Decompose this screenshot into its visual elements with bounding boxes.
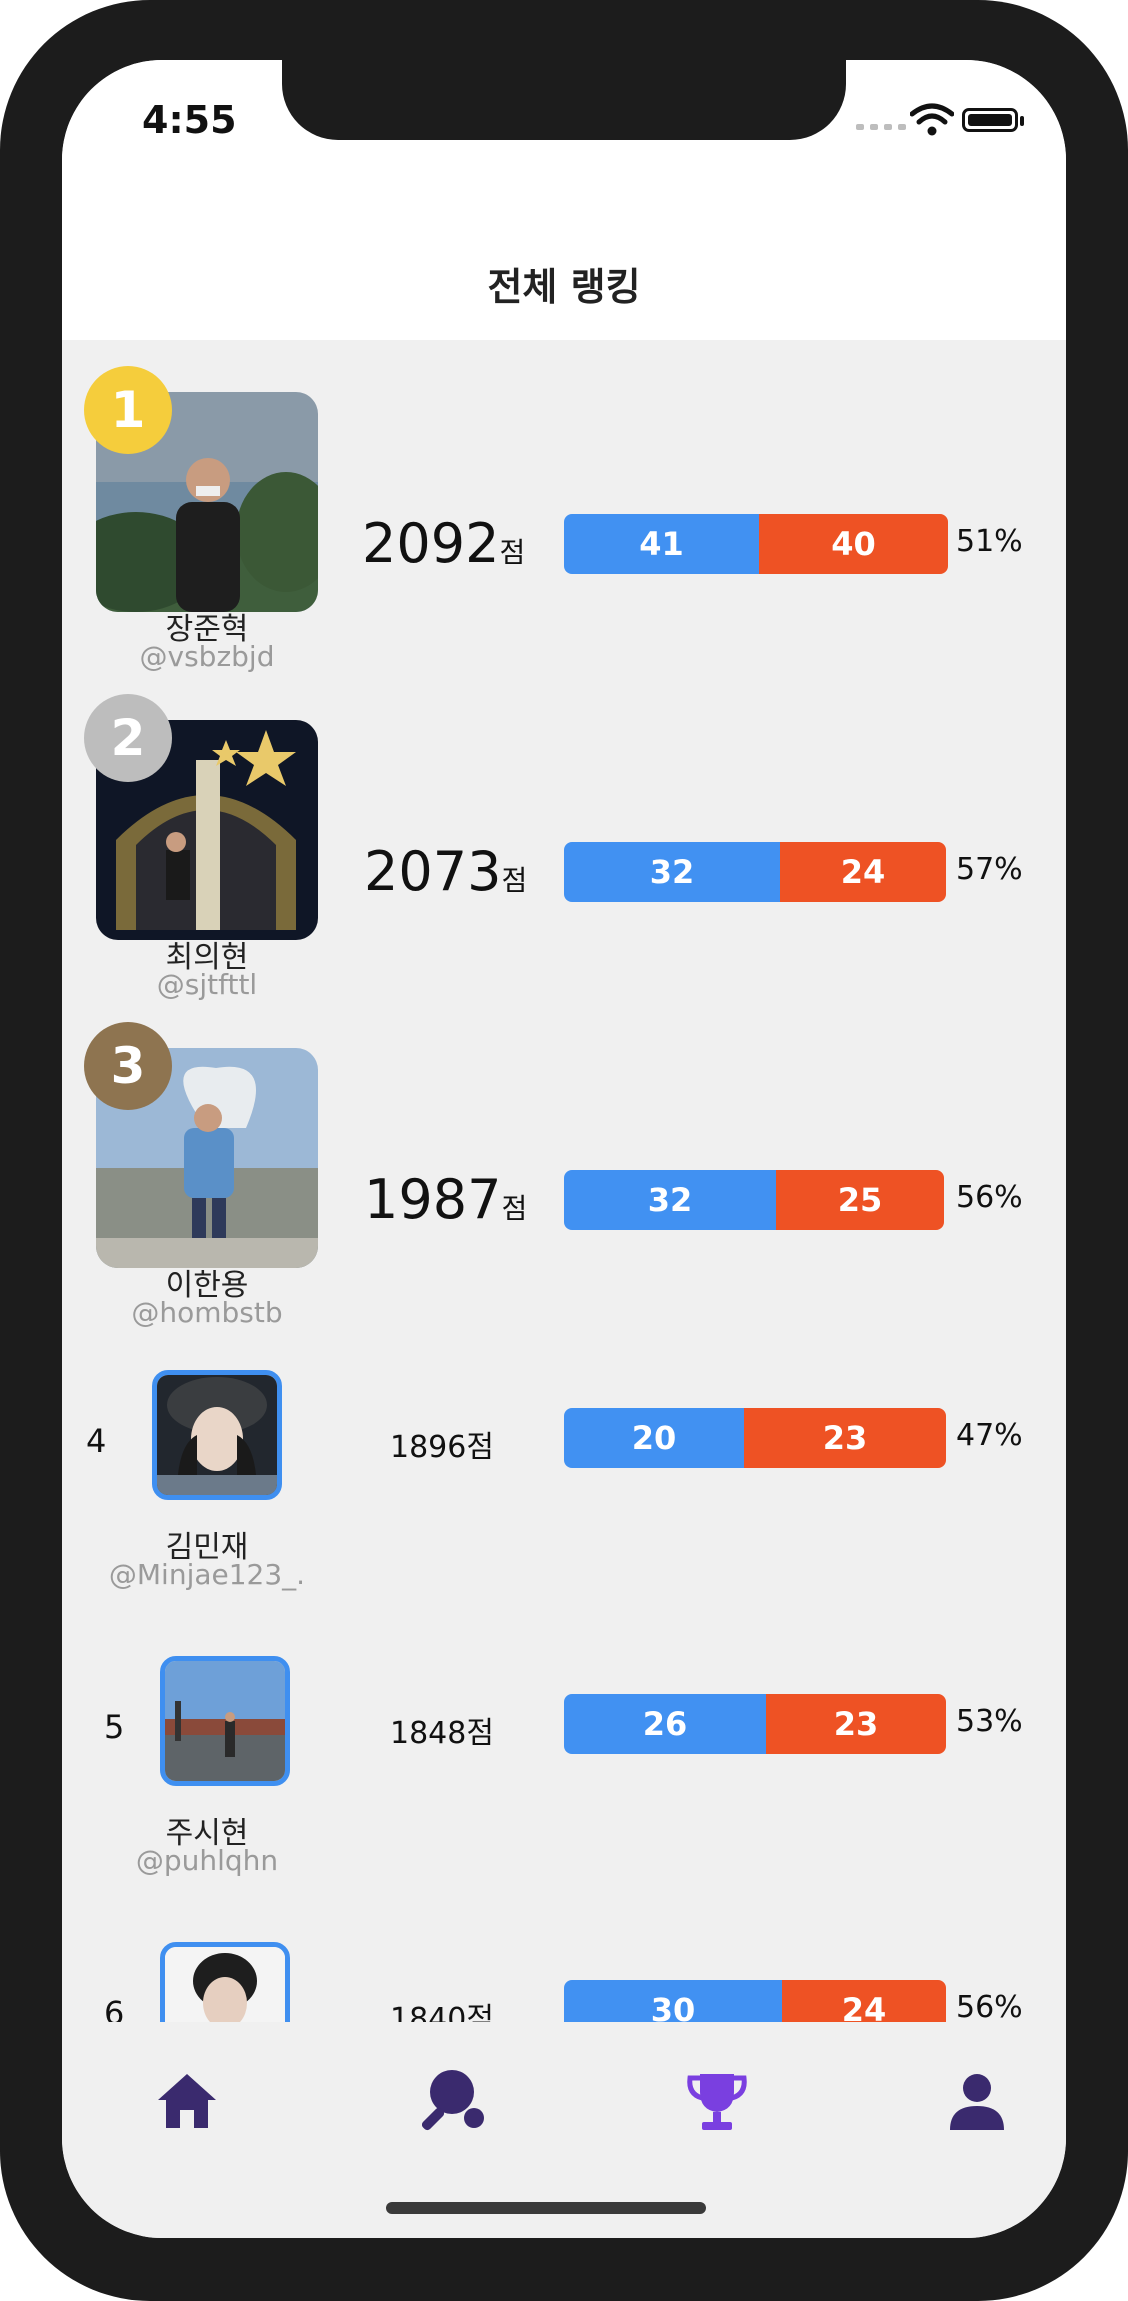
- user-icon[interactable]: [942, 2066, 1012, 2136]
- ranking-list[interactable]: 1 장준혁 @vsbzbjd 2092점 41 40 51% 2 최의현 @sj…: [62, 340, 1066, 2082]
- player-score: 1987점: [364, 1168, 528, 1231]
- player-score: 1848점: [390, 1716, 494, 1751]
- player-score: 2073점: [364, 840, 528, 903]
- win-loss-bar: 32 24: [564, 842, 946, 902]
- win-loss-bar: 41 40: [564, 514, 948, 574]
- nav-header: 전체 랭킹: [62, 190, 1066, 340]
- win-loss-bar: 26 23: [564, 1694, 946, 1754]
- ping-pong-icon[interactable]: [422, 2066, 492, 2136]
- device-notch: [282, 60, 846, 140]
- ranking-row[interactable]: 1 장준혁 @vsbzbjd 2092점 41 40 51%: [62, 340, 1066, 673]
- losses-count: 23: [744, 1408, 946, 1468]
- player-score: 1896점: [390, 1430, 494, 1465]
- avatar[interactable]: [160, 1656, 290, 1786]
- wifi-icon: [910, 103, 954, 136]
- win-rate: 53%: [956, 1704, 1023, 1739]
- rank-medal-gold: 1: [84, 366, 172, 454]
- wins-count: 26: [564, 1694, 766, 1754]
- losses-count: 40: [759, 514, 948, 574]
- wins-count: 32: [564, 1170, 776, 1230]
- rank-medal-silver: 2: [84, 694, 172, 782]
- win-rate: 51%: [956, 524, 1023, 559]
- wins-count: 20: [564, 1408, 744, 1468]
- win-loss-bar: 20 23: [564, 1408, 946, 1468]
- wins-count: 32: [564, 842, 780, 902]
- cellular-signal-icon: [856, 124, 906, 130]
- rank-medal-bronze: 3: [84, 1022, 172, 1110]
- player-handle: @Minjae123_.: [108, 1558, 306, 1591]
- rank-number: 5: [104, 1708, 125, 1746]
- win-rate: 57%: [956, 852, 1023, 887]
- ranking-row[interactable]: 4 김민재 @Minjae123_. 1896점 20 23 47%: [62, 1326, 1066, 1612]
- ranking-row[interactable]: 5 주시현 @puhlqhn 1848점 26 23 53%: [62, 1612, 1066, 1898]
- home-icon[interactable]: [152, 2066, 222, 2136]
- rank-number: 4: [86, 1422, 107, 1460]
- win-rate: 47%: [956, 1418, 1023, 1453]
- win-loss-bar: 32 25: [564, 1170, 944, 1230]
- win-rate: 56%: [956, 1990, 1023, 2025]
- app-screen: 4:55 전체 랭킹 1 장준혁 @vsbzbjd 2092점 41 40 51…: [62, 60, 1066, 2238]
- status-time: 4:55: [142, 98, 237, 142]
- device-frame: 4:55 전체 랭킹 1 장준혁 @vsbzbjd 2092점 41 40 51…: [0, 0, 1128, 2301]
- avatar[interactable]: [152, 1370, 282, 1500]
- ranking-row[interactable]: 2 최의현 @sjtfttl 2073점 32 24 57%: [62, 668, 1066, 1001]
- player-handle: @hombstb: [131, 1296, 283, 1329]
- page-title: 전체 랭킹: [487, 265, 641, 309]
- wins-count: 41: [564, 514, 759, 574]
- ranking-row[interactable]: 3 이한용 @hombstb 1987점 32 25 56%: [62, 996, 1066, 1329]
- losses-count: 23: [766, 1694, 946, 1754]
- battery-icon: [962, 108, 1018, 132]
- player-score: 2092점: [362, 512, 526, 575]
- win-rate: 56%: [956, 1180, 1023, 1215]
- trophy-icon[interactable]: [682, 2066, 752, 2136]
- home-indicator: [386, 2202, 706, 2214]
- player-handle: @puhlqhn: [135, 1844, 279, 1877]
- losses-count: 24: [780, 842, 946, 902]
- losses-count: 25: [776, 1170, 944, 1230]
